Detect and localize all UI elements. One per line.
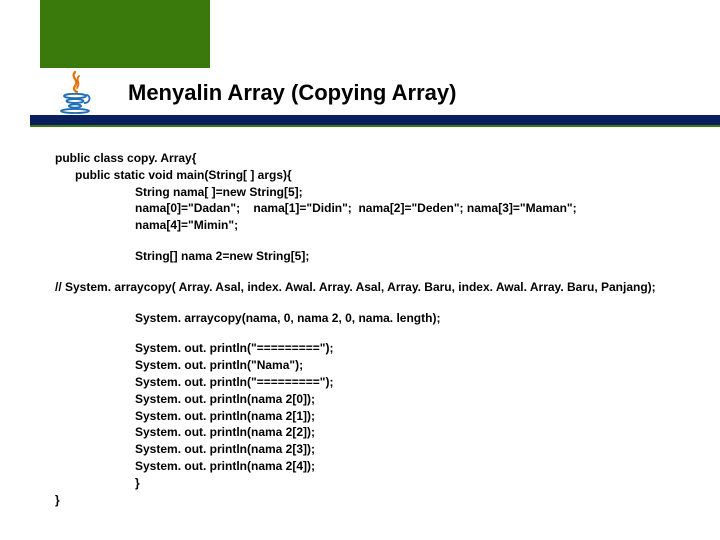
code-line: System. arraycopy(nama, 0, nama 2, 0, na… [55, 310, 720, 327]
code-line: public class copy. Array{ [55, 150, 720, 167]
title-underline-bar [30, 115, 720, 125]
code-line: System. out. println(nama 2[3]); [55, 441, 720, 458]
title-underline-accent [30, 125, 720, 127]
code-line: String[] nama 2=new String[5]; [55, 248, 720, 265]
code-line: String nama[ ]=new String[5]; [55, 184, 720, 201]
code-line: // System. arraycopy( Array. Asal, index… [55, 279, 720, 296]
code-line: nama[4]="Mimin"; [55, 217, 720, 234]
code-line: System. out. println(nama 2[4]); [55, 458, 720, 475]
code-line: } [55, 475, 720, 492]
code-line: System. out. println("========="); [55, 340, 720, 357]
svg-text:Java: Java [69, 113, 82, 114]
code-line: System. out. println(nama 2[2]); [55, 424, 720, 441]
java-logo-icon: Java [45, 68, 105, 116]
code-line: System. out. println(nama 2[1]); [55, 408, 720, 425]
code-block: public class copy. Array{ public static … [55, 150, 720, 508]
code-line: System. out. println(nama 2[0]); [55, 391, 720, 408]
code-line: System. out. println("========="); [55, 374, 720, 391]
top-accent-block [40, 0, 210, 68]
slide-title: Menyalin Array (Copying Array) [128, 80, 456, 106]
code-line: } [55, 492, 720, 509]
code-line: System. out. println("Nama"); [55, 357, 720, 374]
code-line: nama[0]="Dadan"; nama[1]="Didin"; nama[2… [55, 200, 720, 217]
code-line: public static void main(String[ ] args){ [55, 167, 720, 184]
